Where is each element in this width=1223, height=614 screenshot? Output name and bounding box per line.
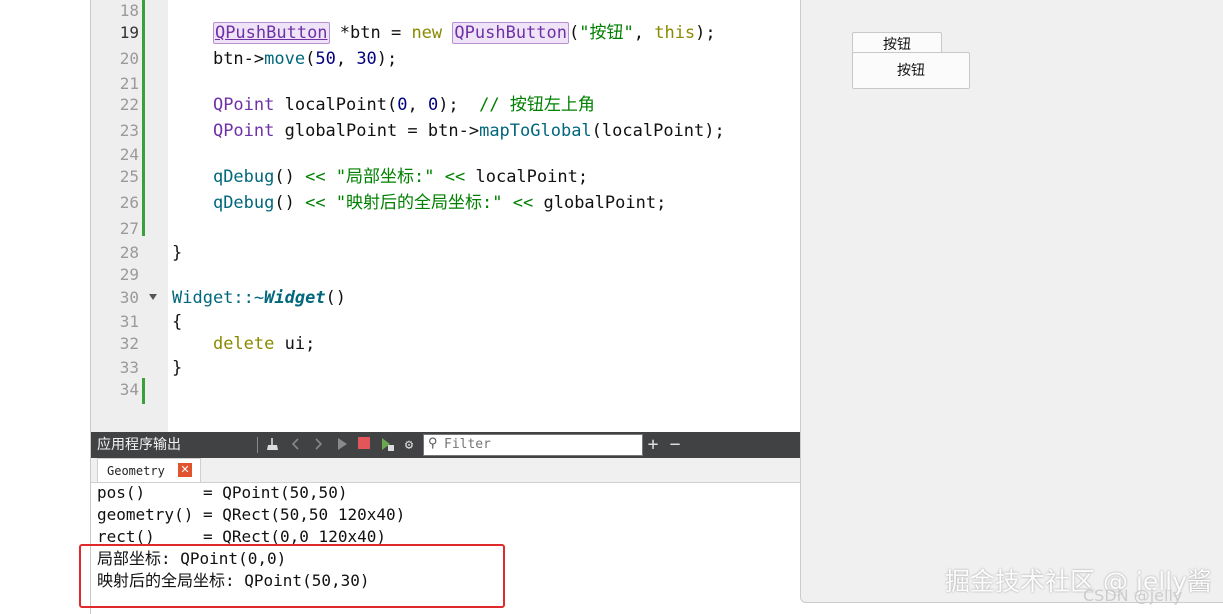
tab-label: Geometry bbox=[107, 464, 165, 478]
gear-icon[interactable]: ⚙ bbox=[400, 436, 418, 454]
push-button-moved[interactable]: 按钮 bbox=[852, 52, 970, 89]
remove-button[interactable]: − bbox=[666, 436, 684, 454]
fold-arrow-icon[interactable] bbox=[149, 294, 157, 300]
watermark-csdn: CSDN @jelly bbox=[1083, 586, 1183, 605]
line-number: 19 bbox=[119, 23, 139, 42]
line-number: 22 bbox=[119, 95, 139, 114]
code-line-23[interactable]: 23 QPoint globalPoint = btn->mapToGlobal… bbox=[91, 118, 800, 144]
add-button[interactable]: + bbox=[644, 436, 662, 454]
line-number: 30 bbox=[119, 288, 139, 307]
code-line-27[interactable]: 27 bbox=[91, 216, 800, 242]
line-number: 20 bbox=[119, 49, 139, 68]
code-text: qDebug() << "局部坐标:" << localPoint; bbox=[212, 167, 589, 187]
output-pane-title: 应用程序输出 bbox=[97, 437, 181, 453]
code-text: QPushButton *btn = new QPushButton ("按钮",… bbox=[212, 22, 716, 44]
output-tab-strip: Geometry ✕ bbox=[91, 458, 800, 483]
code-line-26[interactable]: 26 qDebug() << "映射后的全局坐标:" << globalPoin… bbox=[91, 190, 800, 216]
code-text: delete ui; bbox=[212, 334, 316, 354]
code-line-20[interactable]: 20 btn->move(50, 30); bbox=[91, 46, 800, 72]
filter-input[interactable] bbox=[444, 436, 634, 452]
code-editor[interactable]: 18 19 QPushButton *btn = new QPushButton… bbox=[91, 0, 800, 432]
output-line: pos() = QPoint(50,50) bbox=[97, 483, 348, 502]
code-text: Widget::~Widget() bbox=[172, 288, 347, 308]
previous-icon[interactable] bbox=[287, 436, 305, 454]
line-number: 27 bbox=[119, 219, 139, 238]
line-number: 23 bbox=[119, 121, 139, 140]
output-line: geometry() = QRect(50,50 120x40) bbox=[97, 505, 406, 524]
code-line-30[interactable]: 30 Widget::~Widget() bbox=[91, 285, 800, 311]
next-icon[interactable] bbox=[309, 436, 327, 454]
code-line-19[interactable]: 19 QPushButton *btn = new QPushButton ("按… bbox=[91, 20, 800, 46]
type-token: QPushButton bbox=[212, 22, 330, 44]
code-text: QPoint globalPoint = btn->mapToGlobal(lo… bbox=[212, 121, 725, 141]
search-icon: ⚲ bbox=[428, 436, 438, 451]
code-line-25[interactable]: 25 qDebug() << "局部坐标:" << localPoint; bbox=[91, 164, 800, 190]
line-number: 25 bbox=[119, 167, 139, 186]
run-icon[interactable] bbox=[333, 436, 351, 454]
output-pane-toolbar: 应用程序输出 ⚙ ⚲ + − bbox=[91, 432, 800, 458]
code-line-22[interactable]: 22 QPoint localPoint(0, 0); // 按钮左上角 bbox=[91, 92, 800, 118]
code-text: btn->move(50, 30); bbox=[212, 49, 398, 69]
code-text: qDebug() << "映射后的全局坐标:" << globalPoint; bbox=[212, 193, 667, 213]
line-number: 32 bbox=[119, 334, 139, 353]
code-text: QPoint localPoint(0, 0); // 按钮左上角 bbox=[212, 95, 595, 115]
code-line-34[interactable]: 34 bbox=[91, 377, 800, 403]
close-icon[interactable]: ✕ bbox=[178, 463, 192, 477]
widget-window: 按钮 按钮 bbox=[800, 0, 1223, 603]
line-number: 34 bbox=[119, 380, 139, 399]
code-line-32[interactable]: 32 delete ui; bbox=[91, 331, 800, 357]
debug-run-icon[interactable] bbox=[378, 436, 396, 454]
tab-geometry[interactable]: Geometry ✕ bbox=[97, 458, 201, 482]
stop-icon[interactable] bbox=[355, 436, 373, 454]
type-token: QPushButton bbox=[452, 22, 569, 44]
highlight-annotation-box bbox=[79, 544, 505, 608]
line-number: 26 bbox=[119, 193, 139, 212]
filter-field[interactable]: ⚲ bbox=[423, 434, 643, 456]
toolbar-separator bbox=[257, 437, 258, 453]
clear-output-icon[interactable] bbox=[264, 436, 282, 454]
